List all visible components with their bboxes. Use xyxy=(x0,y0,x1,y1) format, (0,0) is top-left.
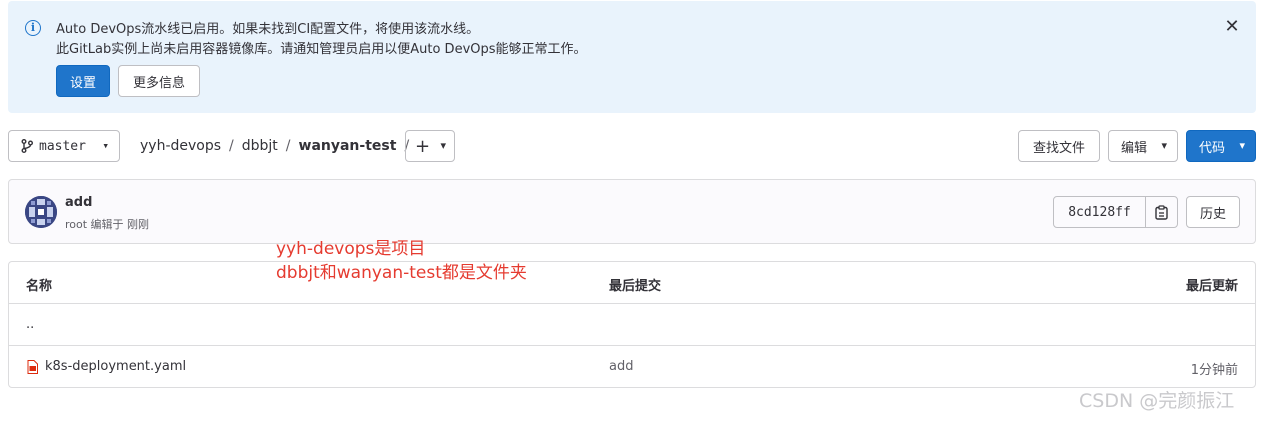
breadcrumb-folder-dbbjt[interactable]: dbbjt xyxy=(242,138,278,154)
alert-message-line1: Auto DevOps流水线已启用。如果未找到CI配置文件，将使用该流水线。 xyxy=(56,22,480,37)
table-row: k8s-deployment.yaml add 1分钟前 xyxy=(9,346,1255,388)
copy-sha-button[interactable] xyxy=(1146,197,1177,227)
branch-icon xyxy=(21,139,33,153)
find-file-button[interactable]: 查找文件 xyxy=(1018,130,1100,162)
parent-directory-link[interactable]: .. xyxy=(26,317,34,332)
alert-message-line2: 此GitLab实例上尚未启用容器镜像库。请通知管理员启用以便Auto DevOp… xyxy=(56,42,587,57)
annotation-line1: yyh-devops是项目 xyxy=(276,239,426,259)
edit-dropdown-button[interactable]: 编辑 ▾ xyxy=(1108,130,1178,162)
avatar[interactable] xyxy=(25,196,57,228)
info-icon: i xyxy=(25,20,41,36)
file-last-update: 1分钟前 xyxy=(1190,363,1238,378)
breadcrumb-folder-current[interactable]: wanyan-test xyxy=(299,138,397,154)
breadcrumb-separator: / xyxy=(285,138,291,154)
code-dropdown-button[interactable]: 代码 ▾ xyxy=(1186,130,1256,162)
watermark: CSDN @完颜振江 xyxy=(1079,390,1235,412)
file-tree-table: 名称 最后提交 最后更新 .. k8s-deployment.yaml add … xyxy=(8,261,1256,388)
chevron-down-icon: ▾ xyxy=(440,139,446,152)
branch-name: master xyxy=(39,138,86,154)
commit-title[interactable]: add xyxy=(65,195,92,210)
commit-sha-group: 8cd128ff xyxy=(1053,196,1178,228)
breadcrumb-separator: / xyxy=(229,138,234,154)
branch-selector[interactable]: master ▾ xyxy=(8,130,120,162)
file-last-commit[interactable]: add xyxy=(609,359,633,374)
file-name-link[interactable]: k8s-deployment.yaml xyxy=(45,359,186,374)
parent-directory-row[interactable]: .. xyxy=(9,304,1255,346)
copy-icon xyxy=(1155,204,1168,220)
more-info-button[interactable]: 更多信息 xyxy=(118,65,200,97)
column-last-update: 最后更新 xyxy=(1185,279,1238,294)
breadcrumb-project[interactable]: yyh-devops xyxy=(140,138,221,154)
column-name: 名称 xyxy=(26,279,53,294)
commit-sha[interactable]: 8cd128ff xyxy=(1054,197,1146,227)
plus-icon: + xyxy=(415,135,431,157)
history-button[interactable]: 历史 xyxy=(1186,196,1240,228)
close-icon[interactable]: ✕ xyxy=(1222,17,1242,37)
chevron-down-icon: ▾ xyxy=(102,139,109,152)
chevron-down-icon: ▾ xyxy=(1161,139,1167,152)
edit-button-label: 编辑 xyxy=(1121,140,1148,156)
chevron-down-icon: ▾ xyxy=(1239,139,1245,152)
breadcrumb: yyh-devops / dbbjt / wanyan-test / xyxy=(140,138,417,154)
last-commit-panel: add root 编辑于 刚刚 8cd128ff 历史 xyxy=(8,179,1256,244)
commit-author-meta: root 编辑于 刚刚 xyxy=(65,218,150,231)
settings-button[interactable]: 设置 xyxy=(56,65,110,97)
code-button-label: 代码 xyxy=(1199,140,1226,156)
auto-devops-alert: i Auto DevOps流水线已启用。如果未找到CI配置文件，将使用该流水线。… xyxy=(8,1,1256,113)
add-to-tree-button[interactable]: + ▾ xyxy=(405,130,455,162)
yaml-file-icon xyxy=(27,360,38,374)
identicon-icon xyxy=(25,196,57,228)
table-header: 名称 最后提交 最后更新 xyxy=(9,262,1255,304)
column-last-commit: 最后提交 xyxy=(609,279,662,294)
